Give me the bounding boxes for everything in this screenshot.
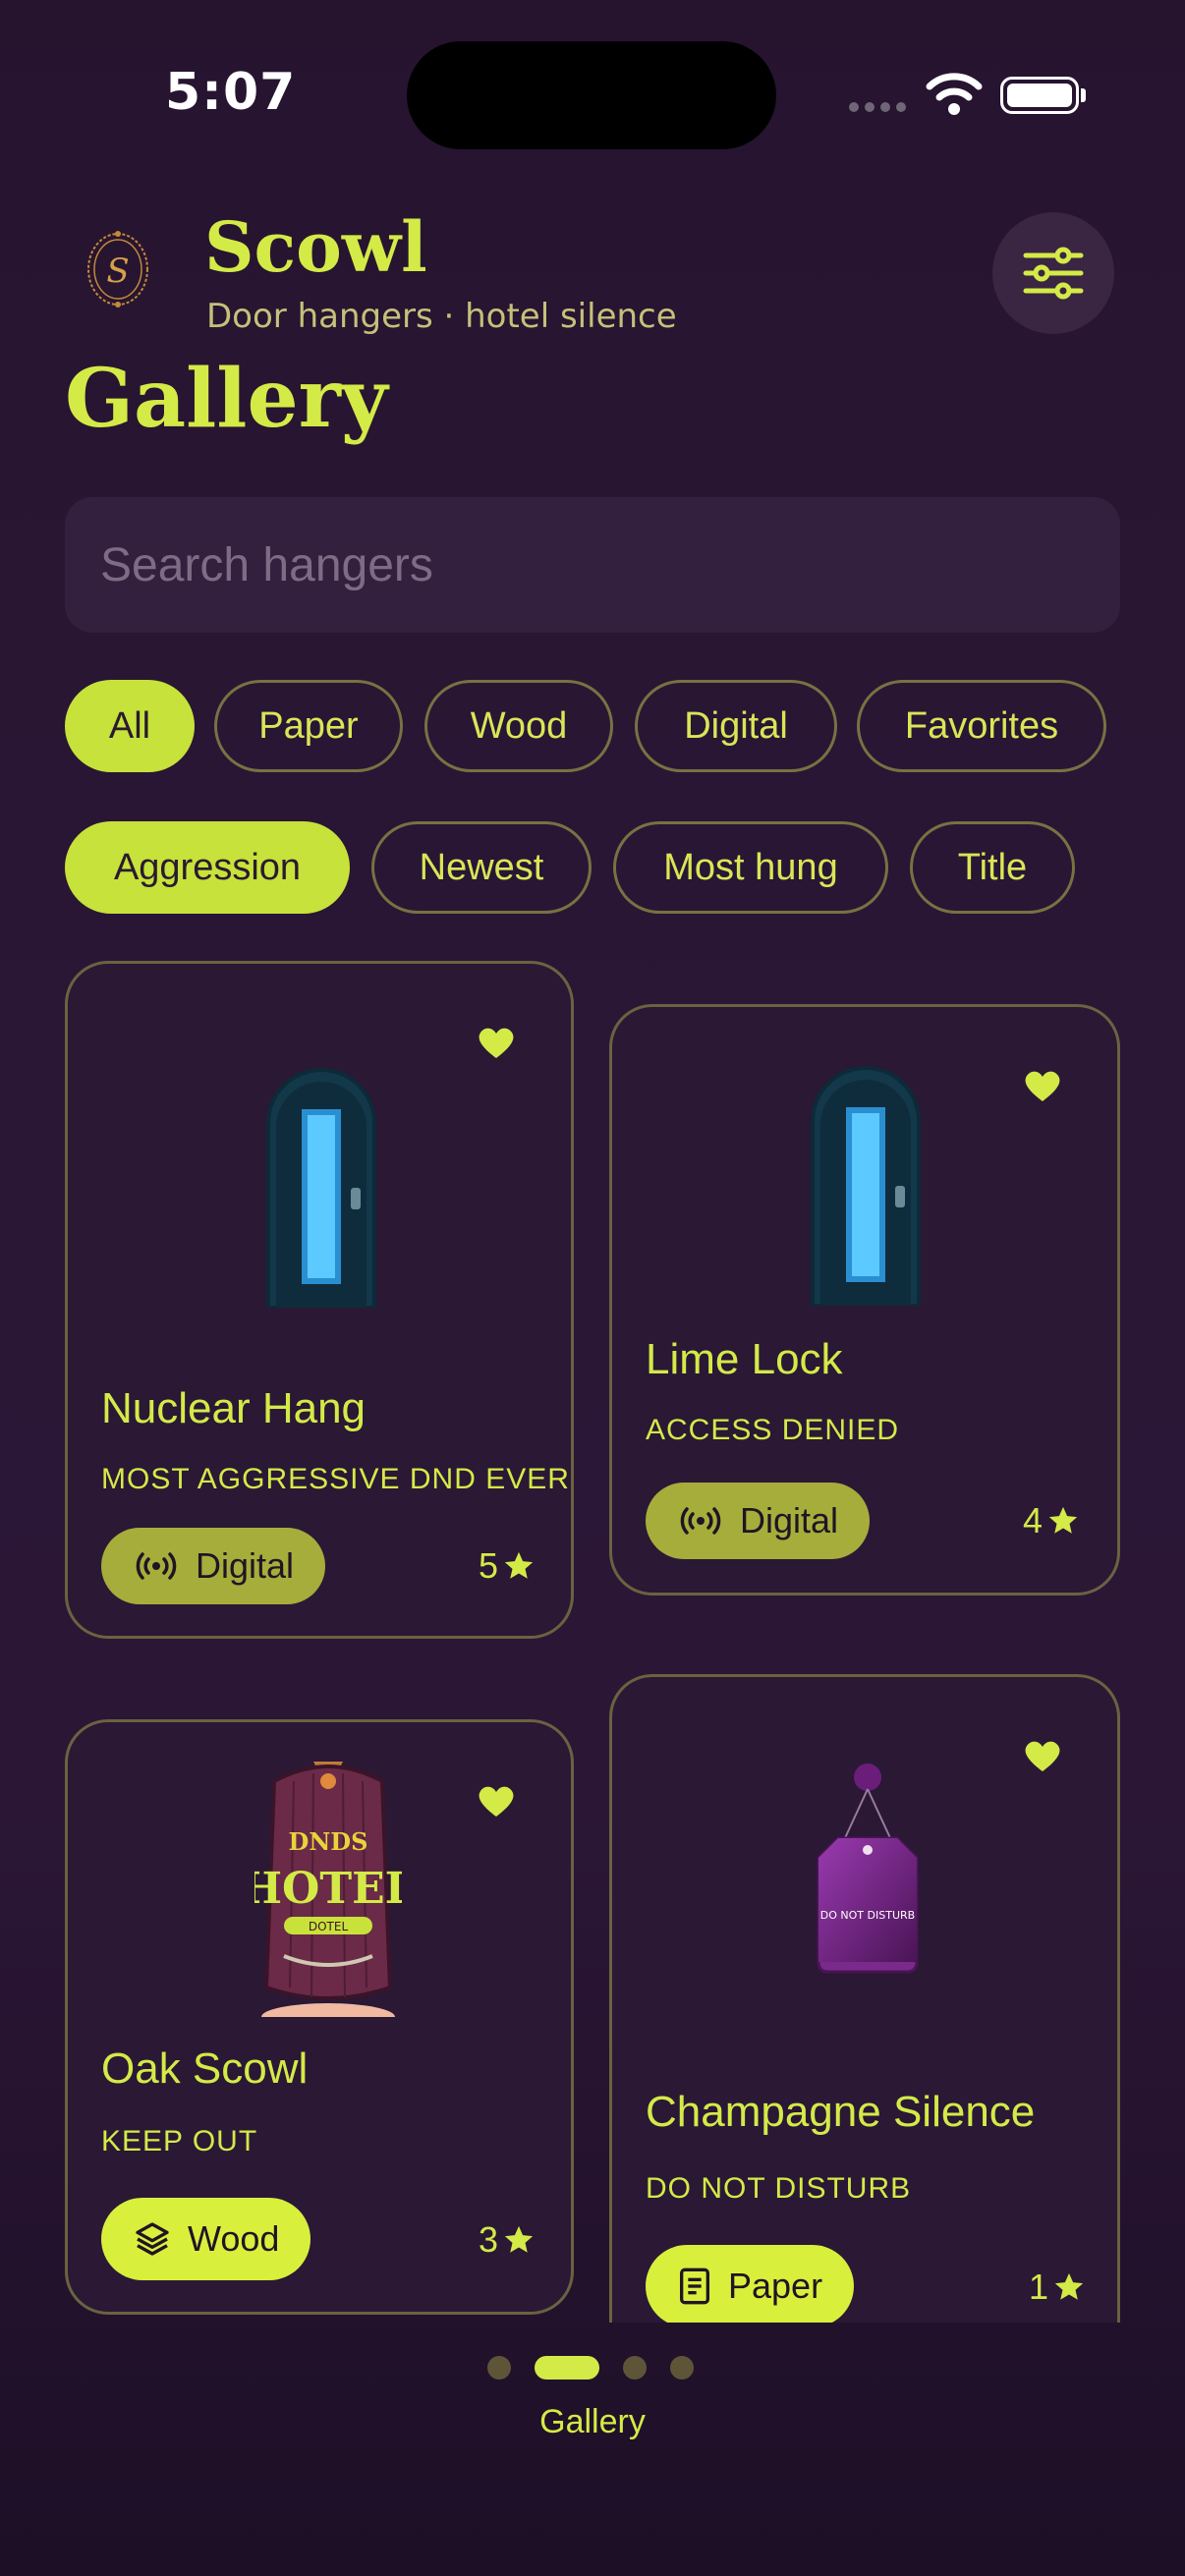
layers-icon <box>136 2222 169 2256</box>
material-badge: Digital <box>646 1483 871 1559</box>
document-icon <box>680 2268 709 2305</box>
material-badge: Paper <box>646 2245 855 2323</box>
card-title: Oak Scowl <box>101 2044 309 2093</box>
monogram-logo: S <box>87 231 148 308</box>
battery-icon <box>1000 77 1079 114</box>
page-dot[interactable] <box>623 2356 647 2380</box>
star-icon <box>504 1551 534 1579</box>
glowing-door-illustration <box>266 1068 376 1308</box>
page-indicator[interactable] <box>487 2356 694 2380</box>
filter-chip-all[interactable]: All <box>65 680 195 772</box>
filter-chip-wood[interactable]: Wood <box>424 680 613 772</box>
star-icon <box>1054 2272 1084 2300</box>
broadcast-icon <box>680 1507 721 1535</box>
page-title: Gallery <box>65 352 388 446</box>
sign-main-text: HOTEL <box>254 1864 402 1914</box>
broadcast-icon <box>136 1552 177 1580</box>
glowing-door-illustration <box>811 1066 921 1306</box>
card-tagline: ACCESS DENIED <box>646 1414 900 1446</box>
card-rating: 1 <box>1029 2267 1086 2308</box>
hanger-card[interactable]: Nuclear Hang MOST AGGRESSIVE DND EVER Di… <box>65 961 574 1639</box>
sort-chip-most-hung[interactable]: Most hung <box>613 821 888 914</box>
dynamic-island <box>407 41 776 149</box>
sort-chip-title[interactable]: Title <box>910 821 1075 914</box>
material-label: Digital <box>196 1545 295 1586</box>
card-rating: 3 <box>479 2219 536 2261</box>
page-dot-active[interactable] <box>535 2356 599 2380</box>
material-label: Wood <box>188 2218 280 2259</box>
tag-text: DO NOT DISTURB <box>820 1909 915 1922</box>
sign-top-text: DNDS <box>289 1827 368 1856</box>
star-icon <box>504 2225 534 2253</box>
sliders-icon <box>1023 247 1084 300</box>
card-tagline: KEEP OUT <box>101 2125 258 2157</box>
app-subtitle: Door hangers · hotel silence <box>206 297 677 336</box>
sort-chip-aggression[interactable]: Aggression <box>65 821 350 914</box>
wifi-icon <box>926 73 983 115</box>
material-badge: Digital <box>101 1528 326 1604</box>
pager-label: Gallery <box>539 2403 646 2440</box>
app-title: Scowl <box>204 206 427 288</box>
card-tagline: DO NOT DISTURB <box>646 2172 912 2205</box>
rating-value: 3 <box>479 2219 499 2260</box>
heart-icon[interactable] <box>1023 1738 1062 1773</box>
status-time: 5:07 <box>165 63 297 122</box>
hanger-card[interactable]: DO NOT DISTURB Champagne Silence DO NOT … <box>609 1674 1120 2323</box>
hanger-card[interactable]: DNDS HOTEL DOTEL Oak Scowl KEEP OUT Wood… <box>65 1719 574 2315</box>
card-tagline: MOST AGGRESSIVE DND EVER <box>101 1463 570 1495</box>
sort-chip-newest[interactable]: Newest <box>371 821 592 914</box>
card-rating: 4 <box>1023 1500 1080 1541</box>
material-label: Digital <box>740 1500 839 1540</box>
hanger-card[interactable]: Lime Lock ACCESS DENIED Digital 4 <box>609 1004 1120 1596</box>
paper-tag-illustration: DO NOT DISTURB <box>817 1764 919 1974</box>
svg-text:S: S <box>106 252 129 291</box>
wooden-sign-illustration: DNDS HOTEL DOTEL <box>254 1762 402 2017</box>
filter-settings-button[interactable] <box>992 212 1114 334</box>
signal-icon <box>849 102 906 112</box>
card-title: Champagne Silence <box>646 2088 1036 2136</box>
rating-value: 5 <box>479 1545 499 1586</box>
page-dot[interactable] <box>670 2356 694 2380</box>
rating-value: 4 <box>1023 1500 1044 1540</box>
filter-chip-paper[interactable]: Paper <box>214 680 403 772</box>
card-title: Nuclear Hang <box>101 1384 367 1432</box>
filter-chip-favorites[interactable]: Favorites <box>857 680 1106 772</box>
filter-chip-digital[interactable]: Digital <box>635 680 837 772</box>
search-input[interactable] <box>65 497 1120 633</box>
heart-icon[interactable] <box>1023 1068 1062 1103</box>
card-title: Lime Lock <box>646 1335 843 1383</box>
sign-plate-text: DOTEL <box>309 1920 349 1933</box>
heart-icon[interactable] <box>477 1025 516 1060</box>
card-rating: 5 <box>479 1545 536 1587</box>
star-icon <box>1048 1506 1078 1534</box>
heart-icon[interactable] <box>477 1783 516 1819</box>
material-label: Paper <box>728 2266 823 2306</box>
rating-value: 1 <box>1029 2267 1049 2307</box>
material-badge: Wood <box>101 2198 311 2280</box>
page-dot[interactable] <box>487 2356 511 2380</box>
